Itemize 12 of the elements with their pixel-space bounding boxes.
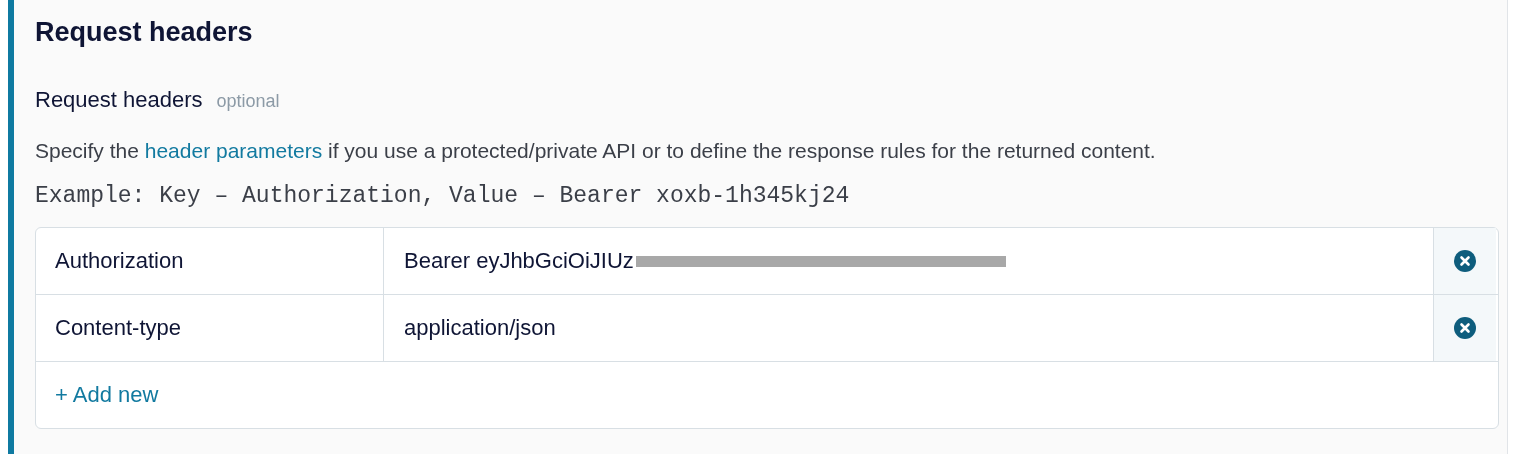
field-description: Specify the header parameters if you use a protected/private API or to define the response rules for the returned content. bbox=[35, 139, 1157, 163]
example-text: Example: Key – Authorization, Value – Bearer xoxb-1h345kj24 bbox=[35, 183, 851, 209]
header-key-field[interactable]: Authorization bbox=[36, 228, 384, 294]
header-key-field[interactable]: Content-type bbox=[36, 295, 384, 361]
add-new-button[interactable]: + Add new bbox=[55, 382, 159, 408]
header-parameters-link[interactable]: header parameters bbox=[144, 139, 323, 162]
optional-hint: optional bbox=[216, 91, 280, 112]
field-label: Request headers bbox=[35, 87, 203, 113]
remove-icon[interactable] bbox=[1454, 317, 1476, 339]
remove-icon[interactable] bbox=[1454, 250, 1476, 272]
section-title: Request headers bbox=[35, 17, 254, 49]
header-value-field[interactable]: Bearer eyJhbGciOiJIUz bbox=[384, 228, 1434, 294]
